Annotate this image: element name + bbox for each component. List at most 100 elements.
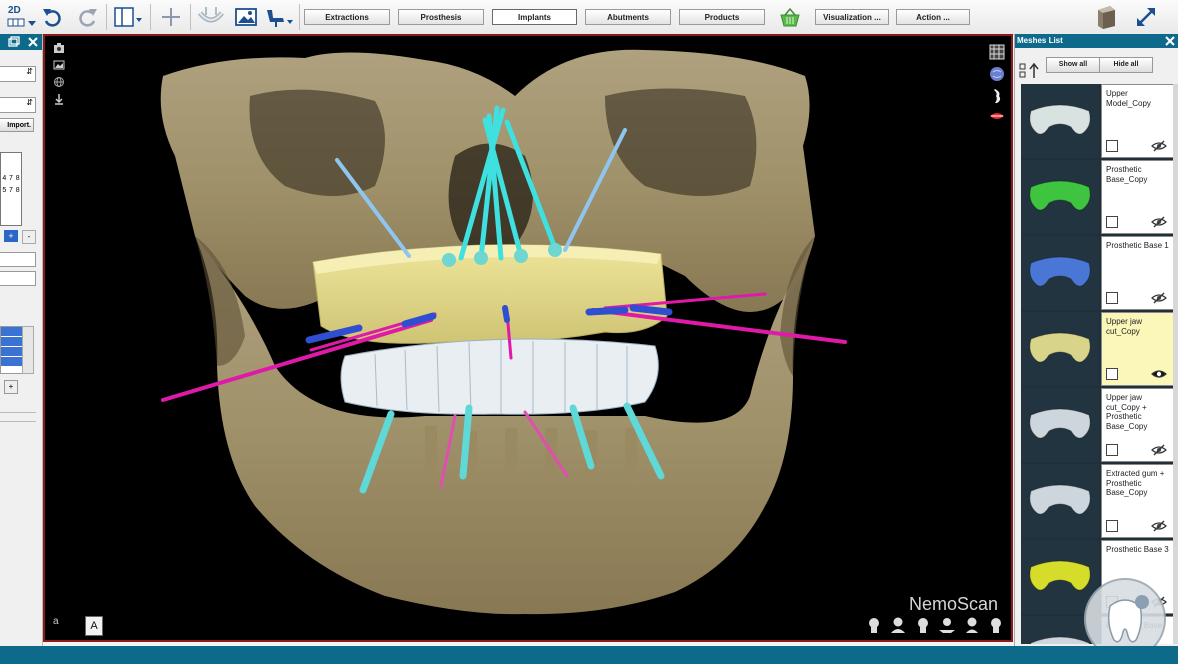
head-top-icon[interactable] bbox=[938, 616, 956, 634]
mesh-select-checkbox[interactable] bbox=[1106, 520, 1118, 532]
add-button[interactable]: + bbox=[4, 230, 18, 242]
mesh-card[interactable]: Extracted gum + Prosthetic Base_Copy bbox=[1101, 464, 1174, 538]
grid-cell[interactable]: 5 bbox=[2, 187, 6, 197]
view-mode-button[interactable]: 2D bbox=[4, 3, 36, 31]
mesh-list-item[interactable]: Extracted gum + Prosthetic Base_Copy bbox=[1021, 464, 1177, 540]
arch-model-icon bbox=[1029, 104, 1091, 135]
eye-icon[interactable] bbox=[1151, 368, 1167, 380]
grid-cell[interactable]: 4 bbox=[2, 175, 6, 185]
mesh-list-item[interactable]: Upper jaw cut_Copy + Prosthetic Base_Cop… bbox=[1021, 388, 1177, 464]
prosthesis-button[interactable]: Prosthesis bbox=[398, 9, 484, 25]
head-front-icon[interactable] bbox=[914, 616, 932, 634]
grid-cell[interactable]: 8 bbox=[16, 187, 20, 197]
crosshair-button[interactable] bbox=[158, 3, 184, 31]
left-dropdown-2[interactable]: ⇵ bbox=[0, 97, 36, 113]
mesh-list-item[interactable]: Upper Model_Copy bbox=[1021, 84, 1177, 160]
mesh-select-checkbox[interactable] bbox=[1106, 292, 1118, 304]
download-icon[interactable] bbox=[53, 93, 65, 105]
undo-button[interactable] bbox=[40, 3, 66, 31]
mesh-card[interactable]: Upper Model_Copy bbox=[1101, 84, 1174, 158]
meshes-scrollbar[interactable] bbox=[1173, 84, 1178, 644]
camera-icon[interactable] bbox=[53, 42, 65, 54]
remove-button[interactable]: - bbox=[22, 230, 36, 244]
action-menu-button[interactable]: Action ... bbox=[896, 9, 970, 25]
arch-model-icon bbox=[1029, 484, 1091, 515]
head-right-icon[interactable] bbox=[987, 616, 1005, 634]
grid-cell[interactable]: 7 bbox=[9, 175, 13, 185]
grid-cell[interactable]: 7 bbox=[9, 187, 13, 197]
expand-button[interactable] bbox=[1130, 3, 1162, 31]
status-bar bbox=[0, 646, 1178, 664]
mesh-list-item[interactable]: Prosthetic Base 1 bbox=[1021, 236, 1177, 312]
close-icon[interactable] bbox=[28, 37, 38, 47]
eye-hidden-icon[interactable] bbox=[1151, 216, 1167, 228]
arch-model-icon bbox=[1029, 408, 1091, 439]
undo-icon bbox=[43, 9, 61, 27]
viewport-right-tools bbox=[989, 44, 1007, 122]
mesh-name: Prosthetic Base 1 bbox=[1106, 241, 1169, 250]
left-dropdown-1[interactable]: ⇵ bbox=[0, 66, 36, 82]
list-item[interactable] bbox=[1, 347, 23, 357]
mesh-card[interactable]: Upper jaw cut_Copy + Prosthetic Base_Cop… bbox=[1101, 388, 1174, 462]
implants-button[interactable]: Implants bbox=[492, 9, 577, 25]
chevron-down-icon bbox=[28, 21, 36, 26]
lips-icon[interactable] bbox=[989, 110, 1005, 122]
abutments-button[interactable]: Abutments bbox=[585, 9, 671, 25]
mesh-select-checkbox[interactable] bbox=[1106, 216, 1118, 228]
mesh-card[interactable]: Upper jaw cut_Copy bbox=[1101, 312, 1174, 386]
annotation-button[interactable]: A bbox=[85, 616, 103, 636]
hide-all-button[interactable]: Hide all bbox=[1099, 57, 1153, 73]
jaw-profile-icon[interactable] bbox=[989, 88, 1005, 104]
import-label: Import. bbox=[7, 122, 31, 129]
list-item[interactable] bbox=[1, 357, 23, 367]
sort-icon[interactable] bbox=[1019, 62, 1041, 80]
head-bottom-icon[interactable] bbox=[963, 616, 981, 634]
chair-button[interactable] bbox=[264, 3, 294, 31]
3d-viewport[interactable]: NemoScan a A bbox=[43, 34, 1013, 642]
visualization-menu-button[interactable]: Visualization ... bbox=[815, 9, 889, 25]
mesh-select-checkbox[interactable] bbox=[1106, 444, 1118, 456]
list-scrollbar[interactable] bbox=[22, 326, 34, 374]
layout-button[interactable] bbox=[112, 3, 144, 31]
redo-button[interactable] bbox=[74, 3, 100, 31]
mesh-select-checkbox[interactable] bbox=[1106, 368, 1118, 380]
close-icon[interactable] bbox=[1165, 36, 1175, 46]
list-item[interactable] bbox=[1, 327, 23, 337]
mesh-name: Prosthetic Base_Copy bbox=[1106, 165, 1148, 184]
head-left-icon[interactable] bbox=[865, 616, 883, 634]
scanner-device-icon bbox=[1098, 6, 1115, 29]
globe-icon[interactable] bbox=[53, 76, 65, 88]
eye-hidden-icon[interactable] bbox=[1151, 444, 1167, 456]
left-spinner-2[interactable] bbox=[0, 271, 36, 286]
mesh-list-item[interactable]: Upper jaw cut_Copy bbox=[1021, 312, 1177, 388]
mesh-select-checkbox[interactable] bbox=[1106, 140, 1118, 152]
image-button[interactable] bbox=[232, 3, 260, 31]
list-item[interactable] bbox=[1, 337, 23, 347]
scanner-button[interactable] bbox=[1092, 3, 1120, 31]
show-all-button[interactable]: Show all bbox=[1046, 57, 1100, 73]
brain-icon[interactable] bbox=[989, 66, 1005, 82]
add-implant-button[interactable]: + bbox=[4, 380, 18, 394]
eye-hidden-icon[interactable] bbox=[1151, 520, 1167, 532]
mesh-name: Upper jaw cut_Copy + Prosthetic Base_Cop… bbox=[1106, 393, 1148, 431]
mesh-grid-icon[interactable] bbox=[989, 44, 1005, 60]
image-icon[interactable] bbox=[53, 59, 65, 71]
basket-button[interactable] bbox=[776, 3, 804, 31]
mesh-list-item[interactable]: Prosthetic Base_Copy bbox=[1021, 160, 1177, 236]
left-control-panel: ⇵ ⇵ Import. 478 578 + - + bbox=[0, 34, 43, 646]
import-button[interactable]: Import. bbox=[0, 118, 34, 132]
implant-list[interactable] bbox=[0, 326, 24, 374]
left-spinner-1[interactable] bbox=[0, 252, 36, 267]
eye-hidden-icon[interactable] bbox=[1151, 292, 1167, 304]
mesh-thumbnail bbox=[1021, 236, 1099, 310]
arch-model-icon bbox=[1029, 256, 1091, 287]
eye-hidden-icon[interactable] bbox=[1151, 140, 1167, 152]
mesh-card[interactable]: Prosthetic Base 1 bbox=[1101, 236, 1174, 310]
dental-arch-button[interactable] bbox=[196, 3, 226, 31]
grid-cell[interactable]: 8 bbox=[16, 175, 20, 185]
head-bust-icon[interactable] bbox=[889, 616, 907, 634]
tooth-grid: 478 578 bbox=[0, 152, 22, 226]
products-button[interactable]: Products bbox=[679, 9, 765, 25]
mesh-card[interactable]: Prosthetic Base_Copy bbox=[1101, 160, 1174, 234]
extractions-button[interactable]: Extractions bbox=[304, 9, 390, 25]
